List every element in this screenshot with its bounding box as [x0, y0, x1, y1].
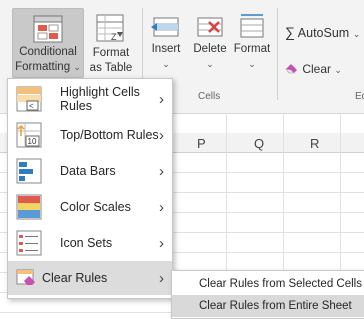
- svg-text:10: 10: [28, 137, 37, 146]
- menu-item-label: Color Scales: [60, 200, 131, 214]
- column-header-p[interactable]: P: [197, 136, 206, 151]
- submenu-item-clear-entire-sheet[interactable]: Clear Rules from Entire Sheet: [172, 295, 364, 317]
- chevron-right-icon: ›: [159, 162, 164, 180]
- menu-item-label: Top/Bottom Rules: [60, 128, 159, 142]
- column-header-r[interactable]: R: [310, 136, 319, 151]
- conditional-formatting-label-1: Conditional: [19, 46, 77, 58]
- chevron-right-icon: ›: [159, 234, 164, 252]
- chevron-down-icon: ⌄: [248, 59, 256, 69]
- submenu-item-label: Clear Rules from Entire Sheet: [199, 300, 352, 312]
- data-bars-icon: [16, 158, 42, 184]
- eraser-icon: [285, 64, 297, 74]
- clear-button[interactable]: Clear ⌄: [285, 62, 342, 76]
- format-button[interactable]: Format ⌄: [232, 10, 272, 72]
- chevron-down-icon: ⌄: [162, 59, 170, 69]
- cells-group-label: Cells: [198, 91, 221, 102]
- insert-button[interactable]: Insert ⌄: [146, 10, 186, 72]
- menu-item-top-bottom-rules[interactable]: 10 Top/Bottom Rules ›: [8, 117, 172, 153]
- clear-rules-submenu: Clear Rules from Selected Cells Clear Ru…: [171, 270, 364, 319]
- menu-item-label: Icon Sets: [60, 236, 113, 250]
- menu-item-icon-sets[interactable]: Icon Sets ›: [8, 225, 172, 261]
- menu-item-data-bars[interactable]: Data Bars ›: [8, 153, 172, 189]
- column-header-q[interactable]: Q: [254, 136, 264, 151]
- chevron-down-icon: ⌄: [73, 62, 81, 72]
- chevron-right-icon: ›: [159, 126, 164, 144]
- editing-group-label: Ed: [355, 91, 364, 102]
- top-bottom-icon: 10: [16, 122, 42, 148]
- menu-item-label: Clear Rules: [42, 271, 108, 285]
- chevron-down-icon: ⌄: [206, 59, 214, 69]
- chevron-down-icon: ⌄: [334, 65, 342, 75]
- insert-label: Insert: [151, 43, 181, 55]
- menu-item-clear-rules[interactable]: Clear Rules ›: [8, 261, 172, 295]
- menu-item-label: Highlight Cells Rules: [60, 85, 140, 113]
- chevron-right-icon: ›: [159, 90, 164, 108]
- color-scales-icon: [16, 194, 42, 220]
- menu-item-label: Data Bars: [60, 164, 116, 178]
- chevron-down-icon: ⌄: [352, 29, 361, 39]
- format-as-table-label-1: Format: [92, 47, 130, 59]
- clear-label: Clear: [302, 62, 332, 76]
- svg-text:Z: Z: [111, 32, 117, 42]
- chevron-right-icon: ›: [159, 198, 164, 216]
- format-cells-icon: [240, 14, 264, 38]
- ribbon-separator: [277, 8, 278, 100]
- insert-cells-icon: [151, 17, 179, 37]
- delete-cells-icon: [197, 17, 223, 37]
- highlight-cells-icon: <: [16, 86, 42, 112]
- conditional-formatting-menu: < Highlight Cells Rules › 10 Top/Bottom …: [7, 78, 173, 299]
- chevron-right-icon: ›: [159, 269, 164, 287]
- menu-item-highlight-cells-rules[interactable]: < Highlight Cells Rules ›: [8, 81, 172, 117]
- submenu-item-clear-selected-cells[interactable]: Clear Rules from Selected Cells: [172, 273, 364, 295]
- autosum-button[interactable]: ∑ AutoSum ⌄: [285, 24, 360, 40]
- format-label: Format: [233, 43, 271, 55]
- menu-item-color-scales[interactable]: Color Scales ›: [8, 189, 172, 225]
- delete-button[interactable]: Delete ⌄: [190, 10, 230, 72]
- conditional-formatting-button[interactable]: Conditional Formatting ⌄: [12, 8, 84, 78]
- clear-rules-icon: [16, 269, 35, 285]
- icon-sets-icon: [16, 230, 42, 256]
- sigma-icon: ∑: [285, 24, 295, 40]
- autosum-label: AutoSum: [297, 26, 350, 40]
- submenu-item-label: Clear Rules from Selected Cells: [199, 278, 362, 290]
- conditional-formatting-icon: [33, 15, 63, 43]
- conditional-formatting-label-2: Formatting ⌄: [15, 61, 81, 73]
- format-as-table-icon: Z: [96, 14, 124, 42]
- svg-text:<: <: [29, 102, 34, 111]
- delete-label: Delete: [193, 43, 227, 55]
